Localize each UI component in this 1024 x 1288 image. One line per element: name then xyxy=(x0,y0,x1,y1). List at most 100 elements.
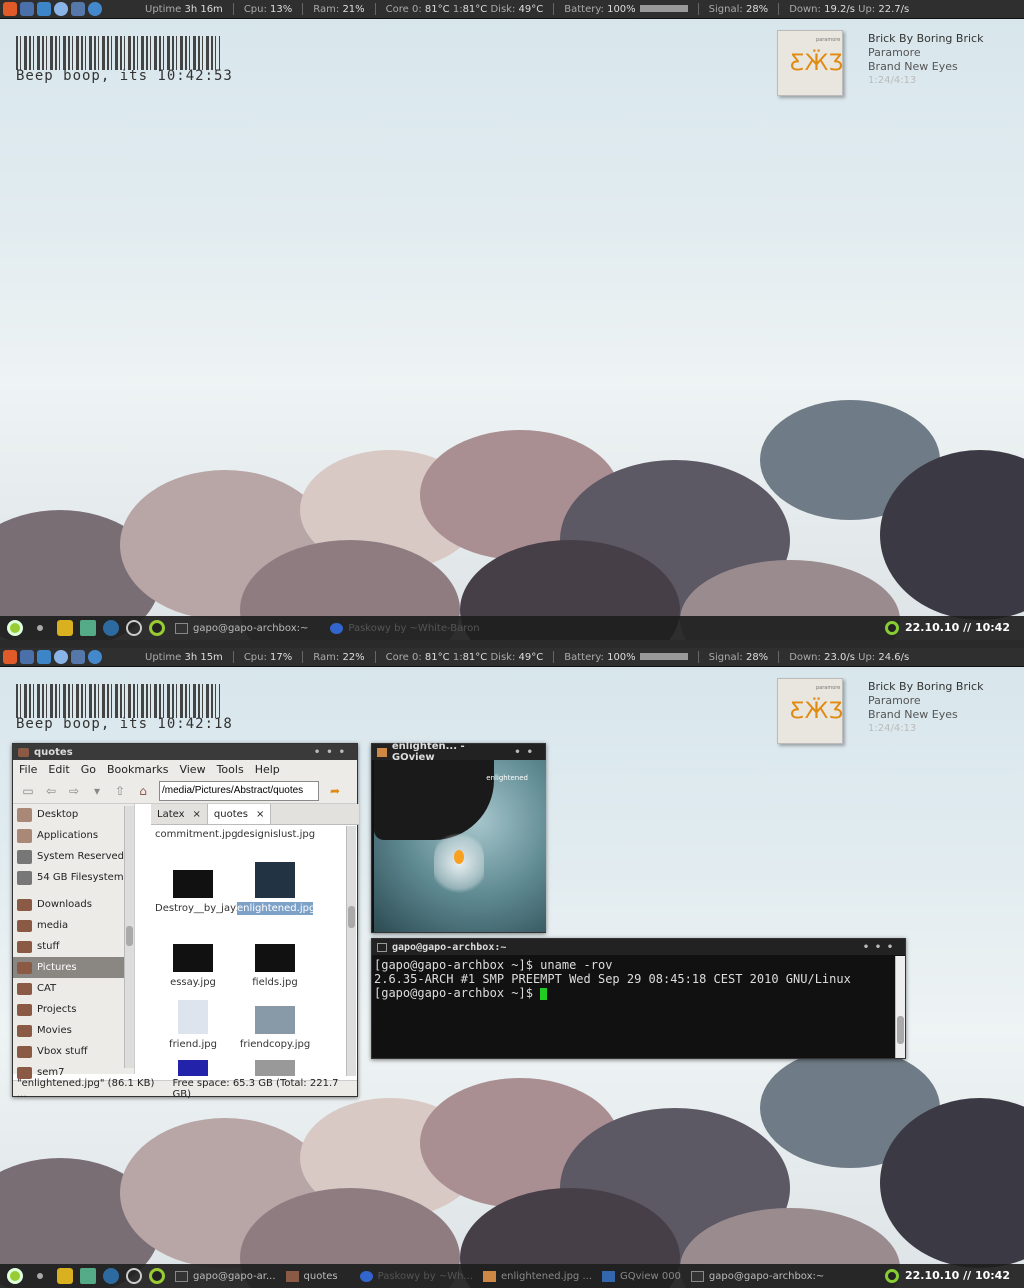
pidgin-icon[interactable] xyxy=(20,2,34,16)
top-status-bar: Uptime 3h 15m Cpu: 17% Ram: 22% Core 0: … xyxy=(0,648,1024,667)
file-item[interactable]: friend.jpg xyxy=(155,1000,231,1051)
lightbulb-icon[interactable] xyxy=(3,650,17,664)
file-item[interactable] xyxy=(237,1060,313,1076)
image-viewer-icon[interactable] xyxy=(80,620,96,636)
sidebar-item-pictures[interactable]: Pictures xyxy=(13,957,134,978)
forward-icon[interactable]: ⇨ xyxy=(67,784,81,798)
menu-help[interactable]: Help xyxy=(255,763,280,776)
up-icon[interactable]: ⇧ xyxy=(113,784,127,798)
window-titlebar[interactable]: gapo@gapo-archbox:~ ••• xyxy=(372,939,905,955)
file-manager-window[interactable]: quotes ••• File Edit Go Bookmarks View T… xyxy=(12,743,359,1100)
pidgin-icon[interactable] xyxy=(20,650,34,664)
file-item[interactable]: commitment.jpg xyxy=(155,828,238,841)
task-terminal[interactable]: gapo@gapo-ar... xyxy=(175,1270,276,1282)
google-icon[interactable] xyxy=(54,2,68,16)
task-terminal[interactable]: gapo@gapo-archbox:~ xyxy=(175,622,308,634)
sidebar-item-system-reserved[interactable]: System Reserved xyxy=(13,846,134,867)
close-icon[interactable]: × xyxy=(256,809,264,820)
go-icon[interactable]: ➦ xyxy=(328,784,342,798)
download-icon[interactable] xyxy=(103,620,119,636)
file-item[interactable]: Destroy__by_jay2late.jpg xyxy=(155,866,280,915)
menu-edit[interactable]: Edit xyxy=(48,763,69,776)
network-stat: Down: 23.0/s Up: 24.6/s xyxy=(789,651,910,663)
tab-quotes[interactable]: quotes × xyxy=(207,804,272,824)
file-item[interactable] xyxy=(155,1060,231,1076)
google-icon[interactable] xyxy=(54,650,68,664)
menu-icon[interactable] xyxy=(7,620,23,636)
system-tray[interactable] xyxy=(0,2,135,16)
task-image[interactable]: enlightened.jpg ... xyxy=(482,1270,592,1282)
new-folder-icon[interactable]: ▭ xyxy=(21,784,35,798)
menu-file[interactable]: File xyxy=(19,763,37,776)
scrollbar-thumb[interactable] xyxy=(126,926,133,946)
home-icon[interactable]: ⌂ xyxy=(136,784,150,798)
window-controls[interactable]: ••• xyxy=(863,942,899,953)
task-file-manager[interactable]: quotes xyxy=(285,1270,338,1282)
image-viewer-icon[interactable] xyxy=(80,1268,96,1284)
sidebar-item-cat[interactable]: CAT xyxy=(13,978,134,999)
dot-icon[interactable] xyxy=(37,1273,43,1279)
network-icon[interactable] xyxy=(88,2,102,16)
sidebar-scrollbar[interactable] xyxy=(124,806,134,1068)
green-indicator-icon[interactable] xyxy=(149,1268,165,1284)
close-icon[interactable]: × xyxy=(193,809,201,820)
dropbox-icon[interactable] xyxy=(37,2,51,16)
menu-view[interactable]: View xyxy=(179,763,205,776)
file-item[interactable]: essay.jpg xyxy=(155,944,231,989)
sidebar-item-desktop[interactable]: Desktop xyxy=(13,804,134,825)
system-tray[interactable] xyxy=(0,650,135,664)
taskbar-clock[interactable]: 22.10.10 // 10:42 xyxy=(885,621,1010,635)
window-controls[interactable]: ••• xyxy=(314,747,351,758)
terminal-scrollbar[interactable] xyxy=(895,956,905,1058)
green-indicator-icon[interactable] xyxy=(149,620,165,636)
menu-bookmarks[interactable]: Bookmarks xyxy=(107,763,168,776)
task-browser[interactable]: Paskowy by ~White-Baron xyxy=(330,622,480,634)
scrollbar-thumb[interactable] xyxy=(897,1016,904,1044)
terminal-window[interactable]: gapo@gapo-archbox:~ ••• [gapo@gapo-archb… xyxy=(371,938,906,1059)
dot-icon[interactable] xyxy=(37,625,43,631)
task-browser[interactable]: Paskowy by ~Wh... xyxy=(359,1270,473,1282)
sidebar-item-downloads[interactable]: Downloads xyxy=(13,894,134,915)
battery-bar xyxy=(639,653,688,660)
power-icon[interactable] xyxy=(126,1268,142,1284)
file-item[interactable]: friendcopy.jpg xyxy=(237,1006,313,1051)
files-scrollbar[interactable] xyxy=(346,826,356,1076)
sidebar-item-vbox-stuff[interactable]: Vbox stuff xyxy=(13,1041,134,1062)
file-item[interactable]: fields.jpg xyxy=(237,944,313,989)
tab-latex[interactable]: Latex × xyxy=(151,804,208,824)
sidebar-item-movies[interactable]: Movies xyxy=(13,1020,134,1041)
file-item[interactable]: designislust.jpg xyxy=(237,828,315,841)
bluetooth-icon[interactable] xyxy=(71,2,85,16)
lightbulb-icon[interactable] xyxy=(3,2,17,16)
menu-icon[interactable] xyxy=(7,1268,23,1284)
task-terminal-2[interactable]: gapo@gapo-archbox:~ xyxy=(690,1270,824,1282)
terminal-prompt[interactable]: [gapo@gapo-archbox ~]$ xyxy=(372,986,905,1000)
keys-icon[interactable] xyxy=(57,620,73,636)
taskbar-clock[interactable]: 22.10.10 // 10:42 xyxy=(885,1269,1010,1283)
sidebar-item-stuff[interactable]: stuff xyxy=(13,936,134,957)
file-item-selected[interactable]: enlightened.jpg xyxy=(237,862,315,915)
sidebar-item-media[interactable]: media xyxy=(13,915,134,936)
drive-icon xyxy=(17,870,32,885)
dropbox-icon[interactable] xyxy=(37,650,51,664)
chevron-down-icon[interactable]: ▾ xyxy=(90,784,104,798)
back-icon[interactable]: ⇦ xyxy=(44,784,58,798)
keys-icon[interactable] xyxy=(57,1268,73,1284)
sidebar-item-applications[interactable]: Applications xyxy=(13,825,134,846)
power-icon[interactable] xyxy=(126,620,142,636)
task-gqview[interactable]: GQview 000 xyxy=(602,1270,681,1282)
path-input[interactable] xyxy=(159,780,319,801)
network-icon[interactable] xyxy=(88,650,102,664)
download-icon[interactable] xyxy=(103,1268,119,1284)
menu-go[interactable]: Go xyxy=(81,763,96,776)
gqview-window[interactable]: enlighten... - GQview •• enlightened xyxy=(371,741,546,933)
sidebar-item-filesystem[interactable]: 54 GB Filesystem xyxy=(13,867,134,888)
scrollbar-thumb[interactable] xyxy=(348,906,355,928)
window-titlebar[interactable]: enlighten... - GQview •• xyxy=(372,741,545,763)
barcode-clock-widget: Beep boop, its 10:42:18 xyxy=(16,684,233,732)
menu-tools[interactable]: Tools xyxy=(217,763,244,776)
bluetooth-icon[interactable] xyxy=(71,650,85,664)
sidebar-item-projects[interactable]: Projects xyxy=(13,999,134,1020)
window-titlebar[interactable]: quotes ••• xyxy=(13,744,357,760)
window-controls[interactable]: •• xyxy=(514,747,539,758)
